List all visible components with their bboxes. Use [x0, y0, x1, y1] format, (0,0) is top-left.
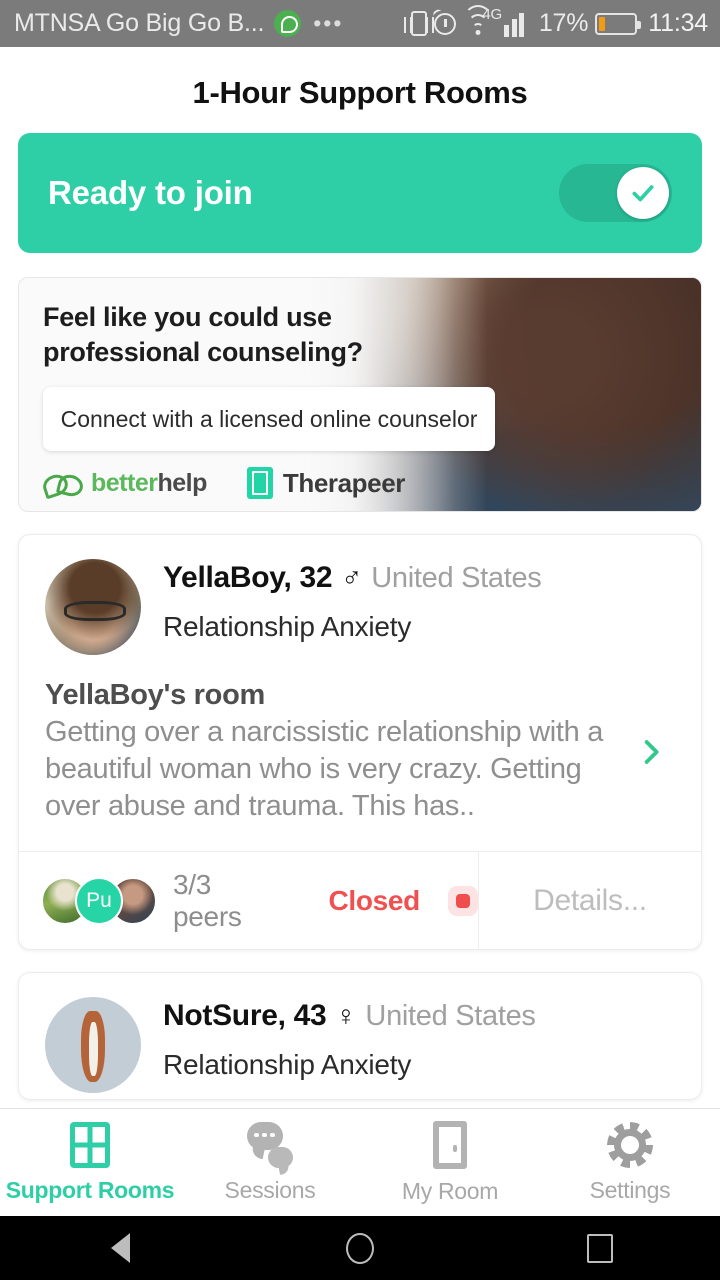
tab-support-rooms[interactable]: Support Rooms	[0, 1121, 180, 1204]
gender-icon: ♂	[341, 562, 363, 593]
room-card-header: NotSure, 43 ♀ United States Relationship…	[19, 973, 701, 1099]
ad-brand-row: betterhelp Therapeer	[43, 467, 489, 500]
details-button[interactable]: Details...	[479, 852, 701, 949]
bottom-tab-bar: Support Rooms Sessions My Room Settings	[0, 1108, 720, 1216]
ad-cta-button[interactable]: Connect with a licensed online counselor	[43, 387, 495, 452]
recents-square-icon	[587, 1233, 613, 1263]
betterhelp-logo: betterhelp	[43, 469, 207, 498]
room-list: YellaBoy, 32 ♂ United States Relationshi…	[0, 534, 720, 1101]
room-description: Getting over a narcissistic relationship…	[45, 716, 604, 823]
tab-sessions[interactable]: Sessions	[180, 1121, 360, 1204]
tab-label: Support Rooms	[5, 1176, 175, 1203]
host-country: United States	[371, 562, 542, 594]
therapeer-door-icon	[246, 467, 273, 500]
gender-icon: ♀	[335, 1000, 357, 1032]
back-triangle-icon	[110, 1233, 130, 1263]
host-name-line: NotSure, 43 ♀ United States	[163, 999, 679, 1033]
overflow-dots-icon: •••	[313, 10, 344, 36]
status-bar-right: 4G 17% 11:34	[404, 4, 708, 38]
ready-to-join-toggle[interactable]	[559, 164, 672, 222]
room-card[interactable]: NotSure, 43 ♀ United States Relationship…	[18, 972, 702, 1101]
room-name: YellaBoy's room	[45, 679, 265, 711]
tab-my-room[interactable]: My Room	[360, 1120, 540, 1205]
room-card-header: YellaBoy, 32 ♂ United States Relationshi…	[19, 535, 701, 661]
host-country: United States	[365, 1000, 536, 1033]
therapeer-label: Therapeer	[282, 467, 406, 498]
page-title: 1-Hour Support Rooms	[192, 75, 528, 110]
room-host-meta: YellaBoy, 32 ♂ United States Relationshi…	[163, 559, 679, 655]
host-username: YellaBoy, 32	[163, 561, 333, 594]
android-home-button[interactable]	[290, 1216, 430, 1280]
signal-bars-icon: 4G	[482, 6, 532, 37]
ready-to-join-label: Ready to join	[48, 174, 253, 211]
alarm-icon	[434, 12, 457, 35]
status-bar: MTNSA Go Big Go B... ••• 4G 17% 11:34	[0, 0, 720, 47]
chat-bubbles-icon	[247, 1121, 293, 1168]
room-host-meta: NotSure, 43 ♀ United States Relationship…	[163, 997, 679, 1093]
peer-avatar-stack[interactable]: Pu	[41, 876, 157, 925]
vibrate-icon	[404, 11, 435, 36]
betterhelp-mark-icon	[43, 472, 83, 494]
clock-label: 11:34	[648, 9, 708, 37]
grid-icon	[70, 1121, 110, 1168]
android-navigation-bar	[0, 1216, 720, 1280]
tab-label: Sessions	[224, 1176, 316, 1203]
advertisement-banner[interactable]: Feel like you could use professional cou…	[18, 277, 702, 512]
carrier-label: MTNSA Go Big Go B...	[14, 9, 265, 37]
chevron-right-icon	[644, 740, 659, 765]
toggle-knob	[617, 167, 669, 219]
status-indicator-icon	[448, 885, 478, 916]
room-topic: Relationship Anxiety	[163, 1049, 412, 1081]
ad-headline: Feel like you could use professional cou…	[43, 302, 363, 367]
host-username: NotSure, 43	[163, 999, 327, 1033]
ad-content: Feel like you could use professional cou…	[19, 278, 495, 500]
status-badge: Closed	[328, 884, 420, 916]
host-name-line: YellaBoy, 32 ♂ United States	[163, 561, 679, 595]
peer-count-label: 3/3 peers	[173, 868, 242, 932]
android-recents-button[interactable]	[530, 1216, 670, 1280]
status-bar-left: MTNSA Go Big Go B... •••	[14, 9, 411, 38]
ready-to-join-banner[interactable]: Ready to join	[18, 133, 702, 253]
avatar[interactable]	[45, 559, 141, 655]
open-room-chevron[interactable]	[623, 737, 679, 767]
tab-label: My Room	[401, 1177, 499, 1204]
tab-label: Settings	[589, 1176, 671, 1203]
tab-settings[interactable]: Settings	[540, 1122, 720, 1204]
door-icon	[433, 1120, 467, 1169]
network-type-label: 4G	[482, 5, 502, 23]
check-icon	[632, 185, 654, 202]
therapeer-logo: Therapeer	[246, 467, 406, 500]
room-card-footer: Pu 3/3 peers Closed Details...	[19, 851, 701, 950]
room-text-block: YellaBoy's room Getting over a narcissis…	[45, 679, 623, 825]
betterhelp-label-first: better	[91, 468, 158, 497]
home-circle-icon	[346, 1232, 374, 1264]
betterhelp-label-second: help	[157, 468, 207, 497]
whatsapp-icon	[274, 10, 302, 37]
room-status-group: Pu 3/3 peers Closed	[19, 852, 479, 950]
android-back-button[interactable]	[50, 1216, 190, 1280]
room-card[interactable]: YellaBoy, 32 ♂ United States Relationshi…	[18, 534, 702, 951]
room-topic: Relationship Anxiety	[163, 611, 412, 642]
battery-icon	[595, 12, 642, 35]
peer-avatar-initials: Pu	[75, 876, 123, 925]
avatar[interactable]	[45, 997, 141, 1094]
battery-percent-label: 17%	[538, 9, 589, 37]
room-card-body[interactable]: YellaBoy's room Getting over a narcissis…	[19, 661, 701, 851]
gear-icon	[607, 1122, 653, 1168]
